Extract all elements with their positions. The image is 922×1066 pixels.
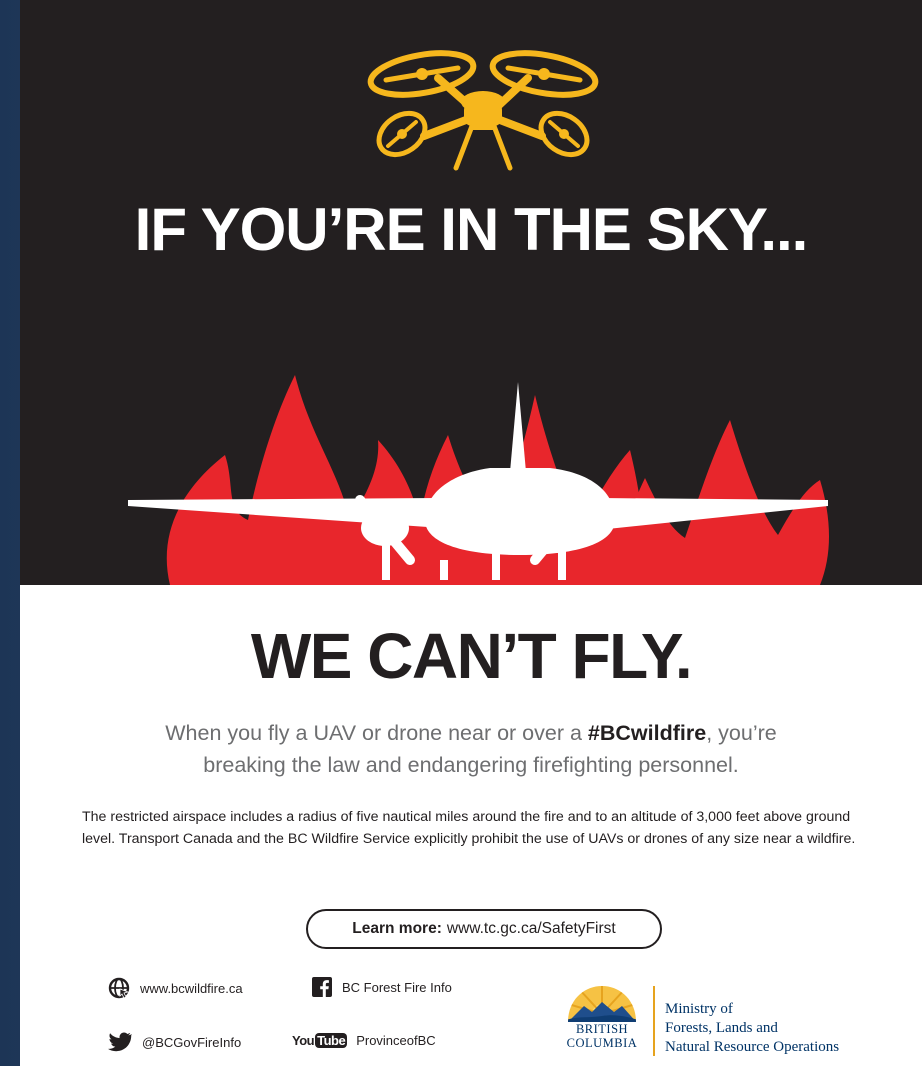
youtube-logo-you: You — [292, 1033, 315, 1048]
bc-wordmark-line1: BRITISH — [575, 1022, 629, 1036]
bc-wordmark: BRITISH COLUMBIA — [553, 1022, 651, 1050]
learn-more-url: www.tc.gc.ca/SafetyFirst — [446, 920, 616, 937]
headline-bottom: WE CAN’T FLY. — [250, 620, 693, 692]
subhead-line1-end: , you’re — [706, 721, 777, 745]
twitter-icon — [108, 1032, 132, 1052]
twitter-handle: @BCGovFireInfo — [142, 1034, 242, 1050]
drone-icon — [367, 50, 599, 171]
subhead-line1-start: When you fly a UAV or drone near or over… — [165, 721, 588, 745]
subhead: When you fly a UAV or drone near or over… — [100, 717, 842, 781]
learn-more-link[interactable]: Learn more: www.tc.gc.ca/SafetyFirst — [306, 909, 662, 949]
ministry-name: Ministry of Forests, Lands and Natural R… — [665, 1000, 905, 1057]
headline-top: IF YOU’RE IN THE SKY... — [134, 196, 809, 263]
twitter-link[interactable]: @BCGovFireInfo — [108, 1032, 241, 1052]
bcwildfire-hashtag: #BCwildfire — [587, 721, 707, 745]
youtube-link[interactable]: You Tube ProvinceofBC — [292, 1033, 436, 1048]
website-text: www.bcwildfire.ca — [140, 980, 243, 996]
youtube-icon: You Tube — [292, 1033, 348, 1048]
fire-scene — [128, 375, 829, 585]
ministry-line1: Ministry of — [665, 1001, 733, 1017]
learn-more-label: Learn more: — [352, 920, 442, 937]
body-paragraph: The restricted airspace includes a radiu… — [82, 809, 856, 847]
facebook-link[interactable]: BC Forest Fire Info — [312, 977, 452, 997]
ministry-line3: Natural Resource Operations — [665, 1039, 840, 1055]
poster: IF YOU’RE IN THE SKY... WE CAN’T FLY. Wh… — [20, 0, 922, 1066]
website-link[interactable]: www.bcwildfire.ca — [108, 977, 243, 999]
bc-wordmark-line2: COLUMBIA — [566, 1036, 638, 1050]
logo-divider — [653, 986, 655, 1056]
youtube-logo-tube: Tube — [315, 1033, 348, 1048]
poster-top-panel: IF YOU’RE IN THE SKY... — [20, 0, 922, 585]
facebook-icon — [312, 977, 332, 997]
ministry-line2: Forests, Lands and — [665, 1020, 778, 1036]
youtube-channel: ProvinceofBC — [356, 1033, 436, 1048]
globe-icon — [108, 977, 130, 999]
subhead-line2: breaking the law and endangering firefig… — [203, 753, 739, 777]
facebook-text: BC Forest Fire Info — [342, 979, 452, 995]
